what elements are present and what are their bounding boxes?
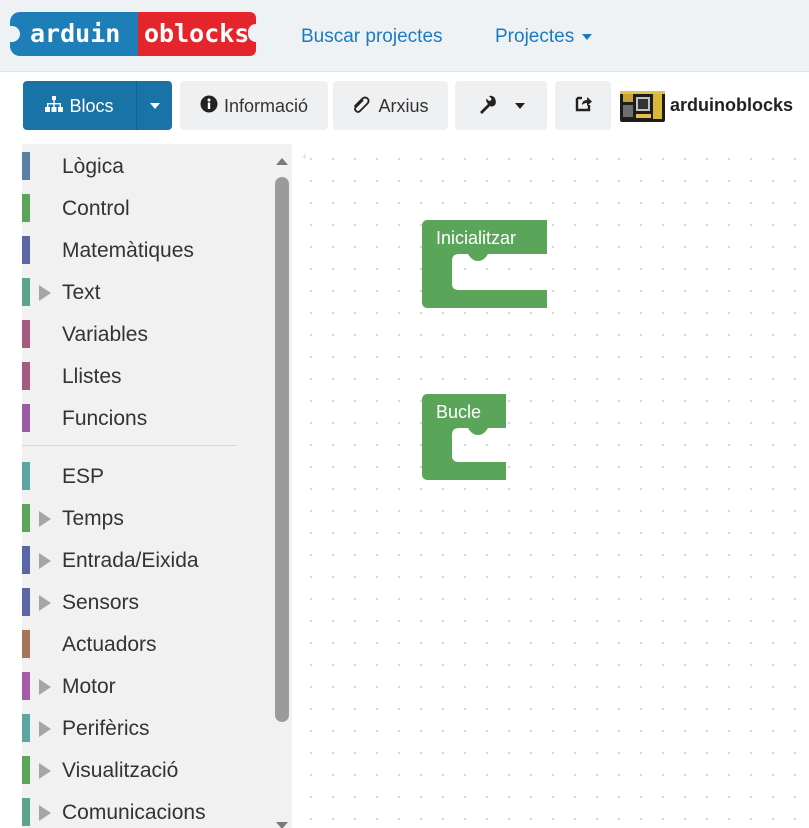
toolbox-category-label: Sensors — [62, 591, 140, 614]
expand-arrow-icon[interactable] — [39, 511, 51, 527]
tools-button[interactable] — [455, 81, 547, 130]
share-icon — [574, 95, 592, 117]
category-color-stripe — [22, 362, 30, 390]
files-button[interactable]: Arxius — [333, 81, 448, 130]
logo-text-oblocks: oblocks — [144, 19, 250, 48]
category-color-stripe — [22, 630, 30, 658]
toolbox-category-periferics[interactable]: Perifèrics — [22, 710, 272, 746]
category-color-stripe — [22, 278, 30, 306]
category-color-stripe — [22, 756, 30, 784]
category-color-stripe — [22, 152, 30, 180]
arduinoblocks-logo[interactable]: arduin oblocks — [6, 12, 262, 56]
projects-menu-label: Projectes — [495, 26, 575, 47]
wrench-icon — [477, 94, 497, 118]
category-color-stripe — [22, 404, 30, 432]
toolbox-category-label: Control — [62, 197, 130, 220]
setup-block-label: Inicialitzar — [436, 228, 517, 248]
toolbox-category-label: Text — [62, 281, 101, 304]
toolbox-category-visualitzacio[interactable]: Visualització — [22, 752, 272, 788]
category-color-stripe — [22, 462, 30, 490]
scroll-up-arrow-icon[interactable] — [276, 158, 288, 165]
toolbox-category-funcions[interactable]: Funcions — [22, 400, 272, 436]
category-color-stripe — [22, 798, 30, 826]
category-color-stripe — [22, 546, 30, 574]
logo-notch-right — [248, 24, 262, 42]
category-color-stripe — [22, 504, 30, 532]
toolbox-category-llistes[interactable]: Llistes — [22, 358, 272, 394]
toolbox-category-entrada-eixida[interactable]: Entrada/Eixida — [22, 542, 272, 578]
toolbox-category-logica[interactable]: Lògica — [22, 148, 272, 184]
info-button[interactable]: Informació — [180, 81, 328, 130]
scroll-thumb[interactable] — [275, 177, 289, 722]
expand-arrow-icon[interactable] — [39, 763, 51, 779]
toolbox-category-label: Perifèrics — [62, 717, 150, 740]
caret-down-icon — [515, 102, 525, 109]
projects-menu[interactable]: Projectes — [495, 26, 593, 48]
toolbox-separator — [22, 445, 237, 446]
toolbox-category-label: Comunicacions — [62, 801, 206, 824]
toolbox-category-label: Variables — [62, 323, 148, 346]
toolbox-category-label: Llistes — [62, 365, 122, 388]
category-color-stripe — [22, 320, 30, 348]
info-button-label: Informació — [223, 95, 309, 116]
info-circle-icon — [200, 95, 218, 117]
block-toolbox: Lògica Control Matemàtiques Text Variables Ll… — [22, 144, 272, 828]
toolbox-category-matematiques[interactable]: Matemàtiques — [22, 232, 272, 268]
toolbox-category-sensors[interactable]: Sensors — [22, 584, 272, 620]
toolbox-category-label: Matemàtiques — [62, 239, 194, 262]
blocks-button-label: Blocs — [69, 95, 114, 116]
expand-arrow-icon[interactable] — [39, 721, 51, 737]
loop-block-label: Bucle — [436, 402, 482, 422]
category-color-stripe — [22, 714, 30, 742]
caret-down-icon — [582, 33, 593, 40]
sitemap-icon — [45, 95, 64, 116]
workspace-grid — [292, 144, 809, 828]
setup-block[interactable]: Inicialitzar — [422, 220, 550, 315]
share-button[interactable] — [555, 81, 611, 130]
board-icon — [620, 91, 665, 122]
category-color-stripe — [22, 236, 30, 264]
toolbox-category-label: Entrada/Eixida — [62, 549, 199, 572]
toolbox-category-label: Actuadors — [62, 633, 157, 656]
toolbox-category-motor[interactable]: Motor — [22, 668, 272, 704]
search-projects-link[interactable]: Buscar projectes — [301, 26, 443, 48]
toolbox-category-label: Motor — [62, 675, 116, 698]
category-color-stripe — [22, 672, 30, 700]
toolbox-category-control[interactable]: Control — [22, 190, 272, 226]
blocks-workspace[interactable]: Inicialitzar Bucle — [292, 144, 809, 828]
category-color-stripe — [22, 194, 30, 222]
toolbox-category-comunicacions[interactable]: Comunicacions — [22, 794, 272, 828]
expand-arrow-icon[interactable] — [39, 285, 51, 301]
blocks-dropdown-toggle[interactable] — [136, 81, 172, 130]
top-navbar: arduin oblocks Buscar projectes Projecte… — [0, 0, 809, 72]
caret-down-icon — [149, 102, 160, 109]
scroll-down-arrow-icon[interactable] — [276, 822, 288, 828]
toolbox-scrollbar[interactable] — [272, 144, 292, 828]
paperclip-icon — [352, 95, 372, 117]
files-button-label: Arxius — [378, 95, 429, 116]
category-color-stripe — [22, 588, 30, 616]
editor-toolbar: Blocs Informació Arxius arduinoblocks — [0, 72, 809, 144]
toolbox-category-esp[interactable]: ESP — [22, 458, 272, 494]
toolbox-category-label: Temps — [62, 507, 124, 530]
expand-arrow-icon[interactable] — [39, 805, 51, 821]
toolbox-category-text[interactable]: Text — [22, 274, 272, 310]
toolbox-category-actuadors[interactable]: Actuadors — [22, 626, 272, 662]
toolbox-category-variables[interactable]: Variables — [22, 316, 272, 352]
blocks-button[interactable]: Blocs — [23, 81, 136, 130]
toolbox-category-temps[interactable]: Temps — [22, 500, 272, 536]
logo-text-arduin: arduin — [30, 19, 121, 48]
expand-arrow-icon[interactable] — [39, 595, 51, 611]
expand-arrow-icon[interactable] — [39, 679, 51, 695]
board-name: arduinoblocks — [670, 95, 794, 115]
loop-block[interactable]: Bucle — [422, 394, 508, 487]
toolbox-category-label: Visualització — [62, 759, 179, 782]
toolbox-category-label: Funcions — [62, 407, 148, 430]
toolbox-category-label: Lògica — [62, 155, 124, 178]
expand-arrow-icon[interactable] — [39, 553, 51, 569]
toolbox-category-label: ESP — [62, 465, 105, 488]
